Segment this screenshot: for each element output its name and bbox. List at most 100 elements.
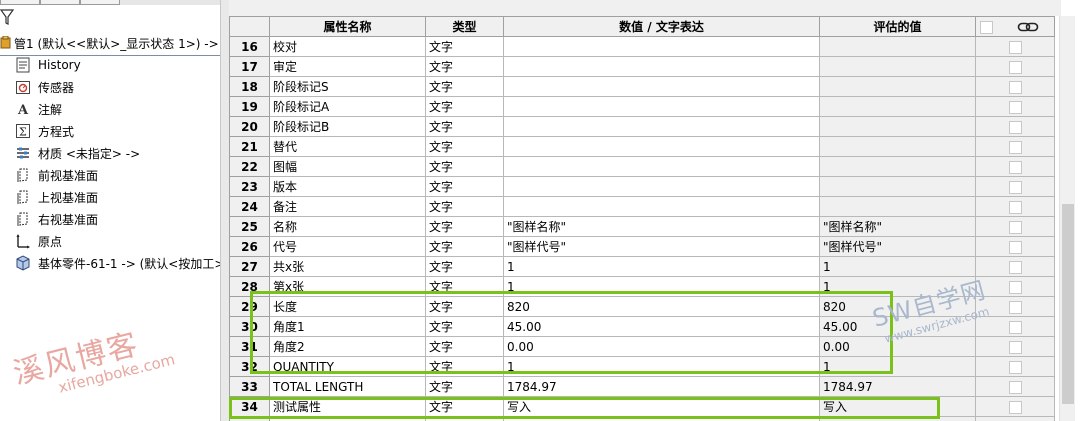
- table-row[interactable]: 32 QUANTITY 文字 1 1: [229, 356, 1055, 377]
- property-name-cell[interactable]: 共x张: [269, 256, 426, 277]
- header-property-name[interactable]: 属性名称: [269, 16, 426, 37]
- property-name-cell[interactable]: 第x张: [269, 276, 426, 297]
- tree-item[interactable]: 原点: [14, 231, 220, 251]
- property-name-cell[interactable]: 代号: [269, 236, 426, 257]
- header-value-expression[interactable]: 数值 / 文字表达: [503, 16, 820, 37]
- value-expression-cell[interactable]: 1: [503, 256, 820, 277]
- value-expression-cell[interactable]: 45.00: [503, 316, 820, 337]
- property-name-cell[interactable]: 角度1: [269, 316, 426, 337]
- property-name-cell[interactable]: [269, 416, 426, 421]
- value-expression-cell[interactable]: 1: [503, 276, 820, 297]
- header-corner[interactable]: [229, 16, 270, 37]
- property-name-cell[interactable]: 图幅: [269, 156, 426, 177]
- link-icon[interactable]: [1017, 21, 1039, 33]
- header-link[interactable]: [975, 16, 1055, 37]
- table-row[interactable]: 18 阶段标记S 文字: [229, 76, 1055, 97]
- link-checkbox[interactable]: [1008, 160, 1022, 174]
- link-checkbox[interactable]: [1008, 140, 1022, 154]
- value-expression-cell[interactable]: [503, 196, 820, 217]
- link-checkbox[interactable]: [1008, 80, 1022, 94]
- tree-item[interactable]: 上视基准面: [14, 187, 220, 207]
- value-expression-cell[interactable]: [503, 416, 820, 421]
- table-row[interactable]: 29 长度 文字 820 820: [229, 296, 1055, 317]
- link-checkbox[interactable]: [1008, 60, 1022, 74]
- link-checkbox[interactable]: [1008, 300, 1022, 314]
- table-row[interactable]: 21 替代 文字: [229, 136, 1055, 157]
- property-type-cell[interactable]: 文字: [425, 196, 504, 217]
- table-row[interactable]: 17 审定 文字: [229, 56, 1055, 77]
- link-checkbox[interactable]: [1008, 340, 1022, 354]
- table-row[interactable]: 27 共x张 文字 1 1: [229, 256, 1055, 277]
- value-expression-cell[interactable]: [503, 176, 820, 197]
- table-row[interactable]: 33 TOTAL LENGTH 文字 1784.97 1784.97: [229, 376, 1055, 397]
- vertical-scrollbar[interactable]: [1059, 16, 1076, 421]
- property-type-cell[interactable]: 文字: [425, 316, 504, 337]
- property-type-cell[interactable]: 文字: [425, 156, 504, 177]
- property-name-cell[interactable]: 阶段标记A: [269, 96, 426, 117]
- value-expression-cell[interactable]: [503, 136, 820, 157]
- link-checkbox[interactable]: [1008, 240, 1022, 254]
- property-name-cell[interactable]: 替代: [269, 136, 426, 157]
- tree-root-part[interactable]: 管1 (默认<<默认>_显示状态 1>) ->: [0, 33, 220, 53]
- property-type-cell[interactable]: 文字: [425, 216, 504, 237]
- property-type-cell[interactable]: 文字: [425, 176, 504, 197]
- property-type-cell[interactable]: 文字: [425, 116, 504, 137]
- property-name-cell[interactable]: QUANTITY: [269, 356, 426, 377]
- property-name-cell[interactable]: 名称: [269, 216, 426, 237]
- value-expression-cell[interactable]: "图样名称": [503, 216, 820, 237]
- table-row[interactable]: 19 阶段标记A 文字: [229, 96, 1055, 117]
- table-row[interactable]: 30 角度1 文字 45.00 45.00: [229, 316, 1055, 337]
- table-row[interactable]: 26 代号 文字 "图样代号" "图样代号": [229, 236, 1055, 257]
- value-expression-cell[interactable]: 写入: [503, 396, 820, 417]
- property-type-cell[interactable]: 文字: [425, 256, 504, 277]
- table-row[interactable]: 25 名称 文字 "图样名称" "图样名称": [229, 216, 1055, 237]
- scrollbar-thumb[interactable]: [1062, 204, 1074, 404]
- table-row[interactable]: 22 图幅 文字: [229, 156, 1055, 177]
- link-checkbox[interactable]: [1008, 40, 1022, 54]
- link-checkbox[interactable]: [1008, 100, 1022, 114]
- tree-item[interactable]: 传感器: [14, 77, 220, 97]
- select-all-checkbox[interactable]: [980, 20, 993, 34]
- property-type-cell[interactable]: 文字: [425, 236, 504, 257]
- property-name-cell[interactable]: 角度2: [269, 336, 426, 357]
- link-checkbox[interactable]: [1008, 180, 1022, 194]
- filter-icon[interactable]: [0, 8, 14, 26]
- tab-feature-manager[interactable]: [0, 0, 40, 5]
- value-expression-cell[interactable]: [503, 116, 820, 137]
- property-type-cell[interactable]: 文字: [425, 56, 504, 77]
- tree-item[interactable]: 基体零件-61-1 -> (默认<按加工>: [14, 253, 220, 273]
- tab-property-manager[interactable]: [40, 0, 80, 5]
- property-type-cell[interactable]: 文字: [425, 76, 504, 97]
- property-type-cell[interactable]: 文字: [425, 336, 504, 357]
- property-type-cell[interactable]: 文字: [425, 296, 504, 317]
- tree-item[interactable]: 前视基准面: [14, 165, 220, 185]
- property-type-cell[interactable]: 文字: [425, 136, 504, 157]
- property-name-cell[interactable]: 阶段标记B: [269, 116, 426, 137]
- property-type-cell[interactable]: 文字: [425, 36, 504, 57]
- property-type-cell[interactable]: [425, 416, 504, 421]
- property-name-cell[interactable]: 审定: [269, 56, 426, 77]
- property-name-cell[interactable]: 备注: [269, 196, 426, 217]
- table-row[interactable]: 23 版本 文字: [229, 176, 1055, 197]
- value-expression-cell[interactable]: 820: [503, 296, 820, 317]
- property-name-cell[interactable]: 阶段标记S: [269, 76, 426, 97]
- value-expression-cell[interactable]: 1784.97: [503, 376, 820, 397]
- table-row[interactable]: 20 阶段标记B 文字: [229, 116, 1055, 137]
- value-expression-cell[interactable]: [503, 36, 820, 57]
- property-type-cell[interactable]: 文字: [425, 356, 504, 377]
- table-row[interactable]: 31 角度2 文字 0.00 0.00: [229, 336, 1055, 357]
- property-name-cell[interactable]: TOTAL LENGTH: [269, 376, 426, 397]
- tab-configuration-manager[interactable]: [80, 0, 120, 5]
- link-checkbox[interactable]: [1008, 260, 1022, 274]
- value-expression-cell[interactable]: [503, 96, 820, 117]
- value-expression-cell[interactable]: "图样代号": [503, 236, 820, 257]
- header-type[interactable]: 类型: [425, 16, 504, 37]
- property-type-cell[interactable]: 文字: [425, 276, 504, 297]
- value-expression-cell[interactable]: [503, 156, 820, 177]
- value-expression-cell[interactable]: [503, 76, 820, 97]
- property-type-cell[interactable]: 文字: [425, 96, 504, 117]
- value-expression-cell[interactable]: [503, 56, 820, 77]
- link-checkbox[interactable]: [1008, 120, 1022, 134]
- link-checkbox[interactable]: [1008, 380, 1022, 394]
- table-row[interactable]: 16 校对 文字: [229, 36, 1055, 57]
